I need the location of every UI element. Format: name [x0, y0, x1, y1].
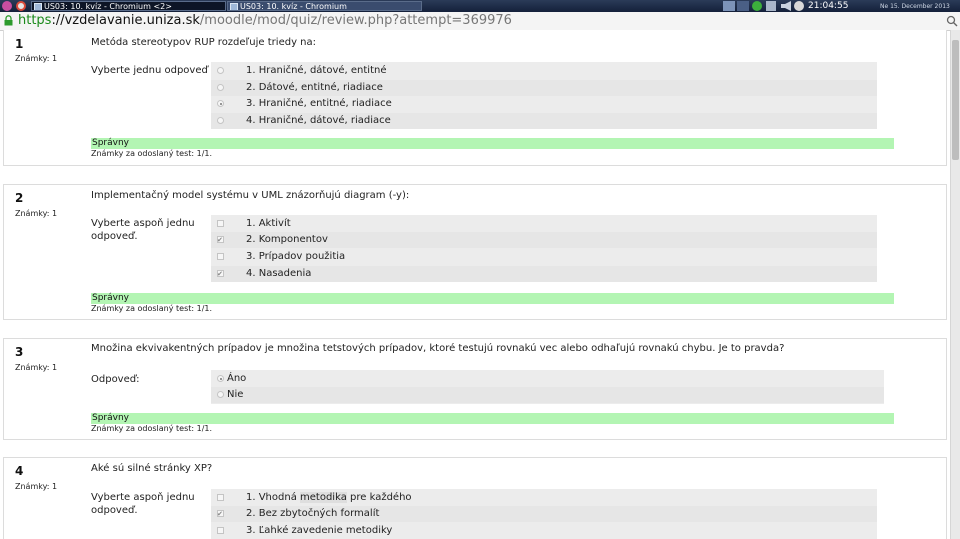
- answer-prompt: Odpoveď:: [91, 374, 140, 385]
- answer-prompt: Vyberte aspoň jednu odpoveď.: [91, 218, 195, 242]
- option-label: Nie: [227, 389, 244, 400]
- feedback-correct: Správny: [91, 138, 894, 149]
- answer-option-no[interactable]: Nie: [211, 387, 884, 403]
- answer-options: Áno Nie: [211, 370, 884, 404]
- question-number: 2: [15, 191, 24, 205]
- checkbox[interactable]: [217, 494, 224, 501]
- option-label: 3. Hraničné, entitné, riadiace: [246, 98, 392, 109]
- answer-option-4[interactable]: 4. Nasadenia: [211, 266, 877, 282]
- answer-options: 1. Hraničné, dátové, entitné 2. Dátové, …: [211, 62, 877, 129]
- answer-option-1[interactable]: 1. Hraničné, dátové, entitné: [211, 63, 877, 79]
- answer-option-2[interactable]: 2. Komponentov: [211, 232, 877, 248]
- option-label: 4. Nasadenia: [246, 268, 312, 279]
- radio-button-selected[interactable]: [217, 100, 224, 107]
- option-label: 2. Komponentov: [246, 234, 328, 245]
- question-3: 3 Známky: 1 Množina ekvivakentných prípa…: [3, 338, 947, 440]
- grade-note: Známky za odoslaný test: 1/1.: [91, 424, 213, 433]
- scrollbar-thumb[interactable]: [952, 40, 959, 160]
- question-1: 1 Známky: 1 Metóda stereotypov RUP rozde…: [3, 30, 947, 166]
- question-number: 4: [15, 464, 24, 478]
- highlighted-word: metodika: [300, 492, 347, 503]
- search-icon[interactable]: [946, 15, 958, 27]
- volume-icon[interactable]: [781, 1, 791, 11]
- app-menu-icon[interactable]: [2, 1, 12, 11]
- answer-option-2[interactable]: 2. Dátové, entitné, riadiace: [211, 80, 877, 96]
- checkbox-checked[interactable]: [217, 506, 224, 522]
- feedback-correct: Správny: [91, 413, 894, 424]
- checkbox[interactable]: [217, 527, 224, 534]
- task-label: US03: 10. kvíz - Chromium: [240, 2, 347, 11]
- radio-button[interactable]: [217, 84, 224, 91]
- task-label: US03: 10. kvíz - Chromium <2>: [44, 2, 172, 11]
- update-icon[interactable]: [752, 1, 762, 11]
- answer-prompt: Vyberte jednu odpoveď: [91, 65, 208, 76]
- question-number: 1: [15, 37, 24, 51]
- quiz-review: 1 Známky: 1 Metóda stereotypov RUP rozde…: [0, 30, 950, 539]
- window-icon: [230, 3, 238, 10]
- vertical-scrollbar[interactable]: [950, 30, 960, 539]
- option-label: 4. Hraničné, dátové, riadiace: [246, 115, 391, 126]
- question-grade: Známky: 1: [15, 482, 58, 491]
- question-text: Aké sú silné stránky XP?: [91, 463, 213, 474]
- radio-button[interactable]: [217, 117, 224, 124]
- question-grade: Známky: 1: [15, 209, 58, 218]
- option-label: Áno: [227, 373, 247, 384]
- answer-option-1[interactable]: 1. Aktivít: [211, 216, 877, 232]
- network-icon[interactable]: [766, 1, 776, 11]
- answer-option-2[interactable]: 2. Bez zbytočných formalít: [211, 506, 877, 522]
- address-bar[interactable]: https://vzdelavanie.uniza.sk/moodle/mod/…: [0, 12, 960, 31]
- settings-icon[interactable]: [794, 1, 804, 11]
- radio-button[interactable]: [217, 67, 224, 74]
- taskbar-task-chromium[interactable]: US03: 10. kvíz - Chromium: [227, 1, 422, 11]
- answer-option-3[interactable]: 3. Prípadov použitia: [211, 249, 877, 265]
- option-label: 1. Aktivít: [246, 218, 291, 229]
- question-grade: Známky: 1: [15, 54, 58, 63]
- workspace-switcher[interactable]: [723, 1, 749, 11]
- url-text[interactable]: https://vzdelavanie.uniza.sk/moodle/mod/…: [18, 13, 512, 29]
- answer-option-1[interactable]: 1. Vhodná metodika pre každého: [211, 490, 877, 506]
- answer-options: 1. Vhodná metodika pre každého 2. Bez zb…: [211, 489, 877, 539]
- checkbox[interactable]: [217, 220, 224, 227]
- clock: 21:04:55: [808, 1, 849, 11]
- answer-prompt: Vyberte aspoň jednu odpoveď.: [91, 492, 195, 516]
- window-icon: [34, 3, 42, 10]
- question-text: Množina ekvivakentných prípadov je množi…: [91, 343, 785, 354]
- browser-launcher-icon[interactable]: [16, 1, 26, 11]
- question-number: 3: [15, 345, 24, 359]
- feedback-correct: Správny: [91, 293, 894, 304]
- option-label: 2. Dátové, entitné, riadiace: [246, 82, 383, 93]
- checkbox[interactable]: [217, 253, 224, 260]
- checkbox-checked[interactable]: [217, 266, 224, 282]
- radio-button-selected[interactable]: [217, 375, 224, 382]
- question-text: Metóda stereotypov RUP rozdeľuje triedy …: [91, 37, 316, 48]
- option-label-part: 1. Vhodná: [246, 492, 301, 503]
- option-label: 3. Ľahké zavedenie metodiky: [246, 525, 393, 536]
- option-label-part: pre každého: [346, 492, 412, 503]
- grade-note: Známky za odoslaný test: 1/1.: [91, 304, 213, 313]
- option-label: 1. Hraničné, dátové, entitné: [246, 65, 387, 76]
- lock-icon: [4, 15, 13, 26]
- radio-button[interactable]: [217, 391, 224, 398]
- checkbox-checked[interactable]: [217, 232, 224, 248]
- option-label: 1. Vhodná metodika pre každého: [246, 490, 412, 506]
- option-label: 3. Prípadov použitia: [246, 251, 346, 262]
- grade-note: Známky za odoslaný test: 1/1.: [91, 149, 213, 158]
- answer-option-3[interactable]: 3. Hraničné, entitné, riadiace: [211, 96, 877, 112]
- answer-option-3[interactable]: 3. Ľahké zavedenie metodiky: [211, 523, 877, 539]
- answer-option-4[interactable]: 4. Hraničné, dátové, riadiace: [211, 113, 877, 129]
- question-grade: Známky: 1: [15, 363, 58, 372]
- answer-option-yes[interactable]: Áno: [211, 371, 884, 387]
- option-label: 2. Bez zbytočných formalít: [246, 508, 380, 519]
- question-2: 2 Známky: 1 Implementačný model systému …: [3, 184, 947, 320]
- taskbar-task-chromium-2[interactable]: US03: 10. kvíz - Chromium <2>: [31, 1, 226, 11]
- date: Ne 15. December 2013: [880, 3, 950, 10]
- question-text: Implementačný model systému v UML znázor…: [91, 190, 410, 201]
- taskbar: US03: 10. kvíz - Chromium <2> US03: 10. …: [0, 0, 960, 12]
- url-host: ://vzdelavanie.uniza.sk: [51, 13, 200, 28]
- question-4: 4 Známky: 1 Aké sú silné stránky XP? Vyb…: [3, 457, 947, 539]
- answer-options: 1. Aktivít 2. Komponentov 3. Prípadov po…: [211, 215, 877, 282]
- url-path: /moodle/mod/quiz/review.php?attempt=3699…: [199, 13, 512, 28]
- url-scheme: https: [18, 13, 52, 28]
